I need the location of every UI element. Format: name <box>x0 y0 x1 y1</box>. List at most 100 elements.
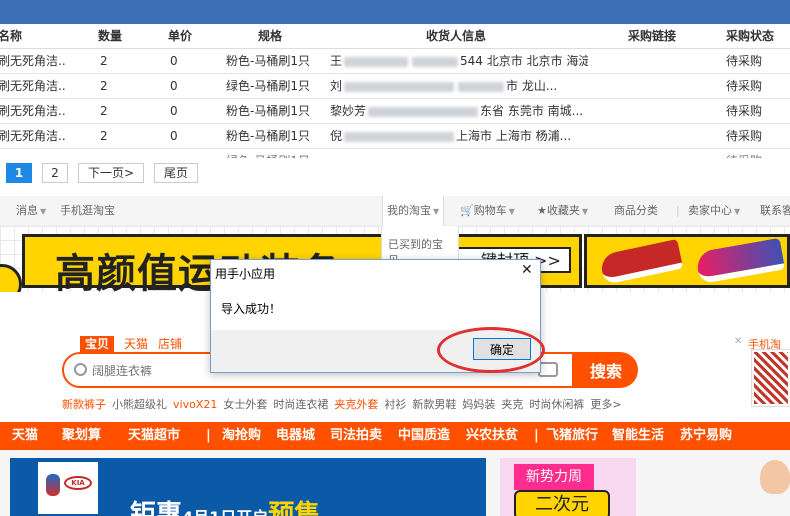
hot-searches: 新款裤子 小熊超级礼 vivoX21 女士外套 时尚连衣裙 夹克外套 衬衫 新款男鞋 妈妈装 夹克… <box>62 396 628 412</box>
hot-search-item[interactable]: 妈妈装 <box>462 398 495 411</box>
table-row[interactable]: 桶刷无死角洁.. 2 0 绿色-马桶刷1只 刘 市 龙山... 待采购 <box>0 74 790 99</box>
hot-search-item[interactable]: 夹克外套 <box>334 398 378 411</box>
taobao-top-nav: 消息 ▼ 手机逛淘宝 我的淘宝 ▼ 🛒购物车 ▼ ★收藏夹 ▼ 商品分类 | 卖家中心 ▼… <box>0 196 790 227</box>
table-header: 品名称 数量 单价 规格 收货人信息 采购链接 采购状态 <box>0 24 790 49</box>
close-icon[interactable]: ✕ <box>521 262 533 278</box>
ok-button[interactable]: 确定 <box>473 338 531 360</box>
next-page-button[interactable]: 下一页> <box>78 163 144 183</box>
page-1-button[interactable]: 1 <box>6 163 32 183</box>
col-header-status: 采购状态 <box>726 29 775 43</box>
dialog-message: 导入成功！ <box>221 302 282 316</box>
cell-qty: 2 <box>100 129 108 143</box>
cell-receiver: 黎妙芳 东省 东莞市 南城... <box>330 99 588 124</box>
search-tab-shops[interactable]: 店铺 <box>158 337 182 351</box>
order-table: 品名称 数量 单价 规格 收货人信息 采购链接 采购状态 桶刷无死角洁.. 2 … <box>0 24 790 158</box>
nav-categories[interactable]: 商品分类 <box>614 196 658 226</box>
banner-shoes <box>584 234 790 288</box>
nav-taoqianggou[interactable]: 淘抢购 <box>222 422 261 450</box>
receiver-address: 市 龙山... <box>506 79 558 93</box>
nav-favorites-label: 收藏夹 <box>546 204 580 217</box>
redacted-block <box>344 81 455 92</box>
cell-spec: 绿色-马桶刷1只 <box>226 79 310 93</box>
cart-icon: 🛒 <box>460 204 474 217</box>
nav-messages[interactable]: 消息 ▼ <box>16 196 46 227</box>
hot-search-item[interactable]: 女士外套 <box>223 398 267 411</box>
kia-logo: KIA <box>64 476 92 490</box>
close-icon[interactable]: ✕ <box>734 336 742 347</box>
hot-search-item[interactable]: 时尚连衣裙 <box>273 398 328 411</box>
cell-price: 0 <box>170 79 178 93</box>
receiver-address: 上海市 上海市 杨浦... <box>456 129 572 143</box>
promo-area: KIA 钜惠4月1日开启预售 新势力周 二次元 <box>0 450 790 516</box>
cell-receiver: 倪 上海市 上海市 杨浦... <box>330 124 588 149</box>
nav-tmall[interactable]: 天猫 <box>12 422 38 450</box>
receiver-address: 东省 东莞市 南城... <box>480 104 584 118</box>
search-icon <box>74 363 87 376</box>
col-header-name: 品名称 <box>0 29 23 43</box>
fashion-sub: 二次元 <box>514 490 610 516</box>
cell-receiver: 刘 市 龙山... <box>330 74 588 99</box>
shoe-image <box>598 239 684 285</box>
nav-cart-label: 购物车 <box>473 204 507 217</box>
redacted-block <box>412 56 459 67</box>
hot-search-item[interactable]: 衬衫 <box>384 398 406 411</box>
pagination: 1 2 下一页> 尾页 <box>0 158 790 188</box>
nav-seller[interactable]: 卖家中心 ▼ <box>688 196 740 227</box>
page-2-button[interactable]: 2 <box>42 163 68 183</box>
nav-contact[interactable]: 联系客 <box>760 196 790 226</box>
redacted-block <box>458 81 505 92</box>
cell-spec: 粉色-马桶刷1只 <box>226 104 310 118</box>
promo-banner[interactable]: KIA 钜惠4月1日开启预售 <box>10 458 486 516</box>
promo-text-c: 预售 <box>268 500 321 516</box>
search-button[interactable]: 搜索 <box>574 352 638 388</box>
mobile-app-panel: ✕ 手机淘 <box>734 336 790 412</box>
nav-tmall-market[interactable]: 天猫超市 <box>128 422 180 450</box>
import-dialog: 用手小应用 ✕ 导入成功！ 确定 <box>210 259 541 373</box>
hot-search-item[interactable]: 新款裤子 <box>62 398 106 411</box>
camera-icon[interactable] <box>538 362 558 377</box>
table-row[interactable]: 桶刷无死角洁.. 2 0 粉色-马桶刷1只 黎妙芳 东省 东莞市 南城... 待采… <box>0 99 790 124</box>
table-row[interactable]: 桶刷无死角洁.. 2 0 粉色-马桶刷1只 王 544 北京市 北京市 海淀...… <box>0 49 790 74</box>
table-row[interactable]: 桶刷无死角洁.. 2 0 粉色-马桶刷1只 倪 上海市 上海市 杨浦... 待采购 <box>0 124 790 149</box>
cell-name: 桶刷无死角洁.. <box>0 104 66 118</box>
nav-my-taobao[interactable]: 我的淘宝 ▼ <box>382 196 445 227</box>
nav-smart-life[interactable]: 智能生活 <box>612 422 664 450</box>
qr-code <box>751 349 790 407</box>
receiver-name: 刘 <box>330 79 343 93</box>
hot-search-item[interactable]: 夹克 <box>501 398 523 411</box>
cell-status: 待采购 <box>726 79 763 93</box>
col-header-link: 采购链接 <box>628 29 677 43</box>
nav-judicial[interactable]: 司法拍卖 <box>330 422 382 450</box>
cell-spec: 粉色-马桶刷1只 <box>226 129 310 143</box>
chevron-down-icon: ▼ <box>734 207 741 216</box>
fashion-banner[interactable]: 新势力周 二次元 <box>500 458 636 516</box>
nav-suning[interactable]: 苏宁易购 <box>680 422 732 450</box>
hot-search-item[interactable]: 新款男鞋 <box>412 398 456 411</box>
hot-search-item[interactable]: 小熊超级礼 <box>112 398 167 411</box>
cell-spec: 粉色-马桶刷1只 <box>226 54 310 68</box>
cell-qty: 2 <box>100 54 108 68</box>
nav-appliance[interactable]: 电器城 <box>276 422 315 450</box>
search-tab-items[interactable]: 宝贝 <box>80 336 115 352</box>
hot-search-more[interactable]: 更多> <box>590 398 621 411</box>
hot-search-item[interactable]: 时尚休闲裤 <box>529 398 584 411</box>
nav-china-quality[interactable]: 中国质造 <box>398 422 450 450</box>
dialog-body: 导入成功！ <box>211 284 540 330</box>
nav-divider: | <box>534 428 539 443</box>
nav-juhuasuan[interactable]: 聚划算 <box>62 422 101 450</box>
search-tab-tmall[interactable]: 天猫 <box>124 337 148 351</box>
nav-agriculture[interactable]: 兴农扶贫 <box>466 422 518 450</box>
nav-fliggy[interactable]: 飞猪旅行 <box>546 422 598 450</box>
chevron-down-icon: ▼ <box>40 207 47 216</box>
promo-text: 钜惠4月1日开启预售 <box>130 494 320 516</box>
nav-favorites[interactable]: ★收藏夹 ▼ <box>537 196 588 227</box>
last-page-button[interactable]: 尾页 <box>154 163 198 183</box>
chevron-down-icon: ▼ <box>433 207 440 216</box>
nav-cart[interactable]: 🛒购物车 ▼ <box>460 196 515 227</box>
chevron-down-icon: ▼ <box>581 207 589 216</box>
nav-seller-label: 卖家中心 <box>688 204 732 217</box>
cell-name: 桶刷无死角洁.. <box>0 79 66 93</box>
hot-search-item[interactable]: vivoX21 <box>173 398 217 411</box>
cell-receiver: 王 544 北京市 北京市 海淀... <box>330 49 588 74</box>
nav-mobile[interactable]: 手机逛淘宝 <box>60 196 115 226</box>
